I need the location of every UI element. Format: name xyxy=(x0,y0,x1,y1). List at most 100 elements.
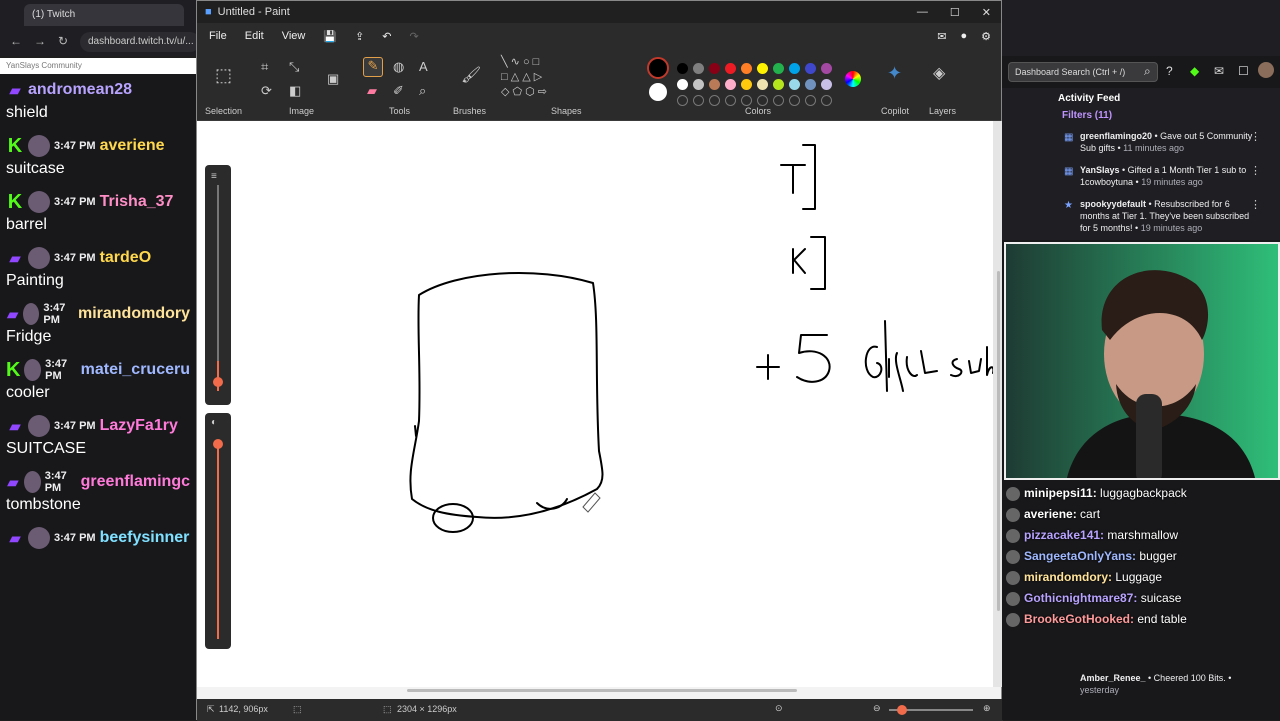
avatar[interactable] xyxy=(28,135,50,157)
layers-icon[interactable]: ◈ xyxy=(933,63,945,83)
custom-color-slot[interactable] xyxy=(757,95,768,106)
custom-color-slot[interactable] xyxy=(789,95,800,106)
magnifier-icon[interactable]: ⌕ xyxy=(419,83,426,99)
zoom-slider[interactable] xyxy=(889,705,973,715)
image-tool-icon[interactable]: ▣ xyxy=(327,71,339,87)
minimize-icon[interactable]: — xyxy=(917,6,928,19)
more-options-icon[interactable]: ⋮ xyxy=(1250,198,1261,211)
chat-username[interactable]: mirandomdory xyxy=(78,305,190,323)
more-options-icon[interactable]: ⋮ xyxy=(1250,130,1261,143)
select-rectangle-icon[interactable]: ⬚ xyxy=(215,65,232,86)
chat-username[interactable]: greenflamingc xyxy=(81,473,190,491)
color-swatch[interactable] xyxy=(741,63,752,74)
color-swatch[interactable] xyxy=(709,63,720,74)
brush-size-slider[interactable]: ≡ xyxy=(205,165,231,405)
primary-color[interactable] xyxy=(647,57,669,79)
user-avatar[interactable] xyxy=(1258,62,1274,78)
custom-color-slot[interactable] xyxy=(773,95,784,106)
color-swatch[interactable] xyxy=(789,63,800,74)
redo-icon[interactable]: ↷ xyxy=(410,30,419,43)
help-icon[interactable]: ? xyxy=(1166,64,1173,78)
activity-item[interactable]: spookyydefault • Resubscribed for 6 mont… xyxy=(1080,198,1260,234)
color-swatch[interactable] xyxy=(757,79,768,90)
chat-username[interactable]: averiene xyxy=(100,137,165,155)
brush-icon[interactable]: 🖌 xyxy=(461,65,481,85)
vertical-scrollbar[interactable] xyxy=(997,271,1000,611)
avatar[interactable] xyxy=(23,471,41,493)
drawing-canvas[interactable] xyxy=(197,121,995,687)
search-icon[interactable]: ⌕ xyxy=(1144,64,1151,79)
custom-color-slot[interactable] xyxy=(709,95,720,106)
menu-file[interactable]: File xyxy=(209,30,227,42)
zoom-in-icon[interactable]: ⊕ xyxy=(983,703,991,714)
notifications-icon[interactable]: ☐ xyxy=(1238,64,1249,78)
inbox-icon[interactable]: ✉ xyxy=(1214,64,1224,78)
color-swatch[interactable] xyxy=(773,79,784,90)
color-swatch[interactable] xyxy=(773,63,784,74)
color-swatch[interactable] xyxy=(693,79,704,90)
browser-tab[interactable]: (1) Twitch xyxy=(24,4,184,26)
avatar[interactable] xyxy=(28,191,50,213)
activity-item[interactable]: Amber_Renee_ • Cheered 100 Bits. • yeste… xyxy=(1080,672,1260,696)
avatar[interactable] xyxy=(28,415,50,437)
avatar[interactable] xyxy=(28,527,50,549)
zoom-out-icon[interactable]: ⊖ xyxy=(873,703,881,714)
color-swatch[interactable] xyxy=(725,63,736,74)
forward-icon[interactable]: → xyxy=(34,34,46,48)
chat-username[interactable]: andromean28 xyxy=(28,81,132,99)
color-swatch[interactable] xyxy=(709,79,720,90)
chat-username[interactable]: LazyFa1ry xyxy=(100,417,178,435)
menu-view[interactable]: View xyxy=(282,30,306,42)
avatar[interactable] xyxy=(28,247,50,269)
chat-username[interactable]: matei_cruceru xyxy=(81,361,190,379)
color-swatch[interactable] xyxy=(677,63,688,74)
reload-icon[interactable]: ↻ xyxy=(58,34,68,48)
pencil-icon[interactable]: ✎ xyxy=(363,57,383,77)
color-swatch[interactable] xyxy=(805,63,816,74)
account-icon[interactable]: ● xyxy=(960,30,967,43)
bits-icon[interactable]: ◆ xyxy=(1190,64,1199,78)
avatar[interactable] xyxy=(23,303,40,325)
custom-color-slot[interactable] xyxy=(677,95,688,106)
shapes-gallery[interactable]: ╲ ∿ ○ □ □ △ △ ▷ ◇ ⬠ ⬡ ⇨ xyxy=(501,55,561,100)
chat-username[interactable]: Trisha_37 xyxy=(100,193,174,211)
avatar[interactable] xyxy=(24,359,42,381)
resize-icon[interactable]: ⤡ xyxy=(289,59,299,75)
close-icon[interactable]: ✕ xyxy=(982,6,991,19)
rotate-icon[interactable]: ⟳ xyxy=(261,83,272,99)
feedback-icon[interactable]: ✉ xyxy=(937,30,946,43)
activity-item[interactable]: greenflamingo20 • Gave out 5 Community S… xyxy=(1080,130,1260,154)
edit-colors-icon[interactable] xyxy=(845,71,861,87)
fit-icon[interactable]: ⊙ xyxy=(775,703,783,714)
activity-item[interactable]: YanSlays • Gifted a 1 Month Tier 1 sub t… xyxy=(1080,164,1260,188)
dashboard-search-input[interactable]: Dashboard Search (Ctrl + /) xyxy=(1008,62,1158,82)
opacity-slider[interactable]: ◐ xyxy=(205,413,231,649)
more-options-icon[interactable]: ⋮ xyxy=(1250,164,1261,177)
color-swatch[interactable] xyxy=(677,79,688,90)
fill-icon[interactable]: ◍ xyxy=(393,59,404,75)
secondary-color[interactable] xyxy=(649,83,667,101)
chat-username[interactable]: beefysinner xyxy=(100,529,190,547)
back-icon[interactable]: ← xyxy=(10,34,22,48)
text-icon[interactable]: A xyxy=(419,59,428,74)
horizontal-scrollbar[interactable] xyxy=(407,689,797,692)
copilot-icon[interactable]: ✦ xyxy=(887,63,902,84)
custom-color-slot[interactable] xyxy=(693,95,704,106)
custom-color-slot[interactable] xyxy=(725,95,736,106)
color-picker-icon[interactable]: ✐ xyxy=(393,83,404,99)
maximize-icon[interactable]: ☐ xyxy=(950,6,960,19)
color-swatch[interactable] xyxy=(741,79,752,90)
chat-username[interactable]: tardeO xyxy=(100,249,152,267)
color-swatch[interactable] xyxy=(725,79,736,90)
filters-link[interactable]: Filters (11) xyxy=(1062,110,1112,121)
custom-color-slot[interactable] xyxy=(821,95,832,106)
color-swatch[interactable] xyxy=(821,79,832,90)
address-bar[interactable]: dashboard.twitch.tv/u/... xyxy=(80,32,200,52)
crop-icon[interactable]: ⌗ xyxy=(261,59,268,75)
custom-color-slot[interactable] xyxy=(805,95,816,106)
settings-icon[interactable]: ⚙ xyxy=(981,30,991,43)
color-swatch[interactable] xyxy=(693,63,704,74)
color-swatch[interactable] xyxy=(805,79,816,90)
menu-edit[interactable]: Edit xyxy=(245,30,264,42)
eraser-icon[interactable]: ▰ xyxy=(367,83,377,99)
